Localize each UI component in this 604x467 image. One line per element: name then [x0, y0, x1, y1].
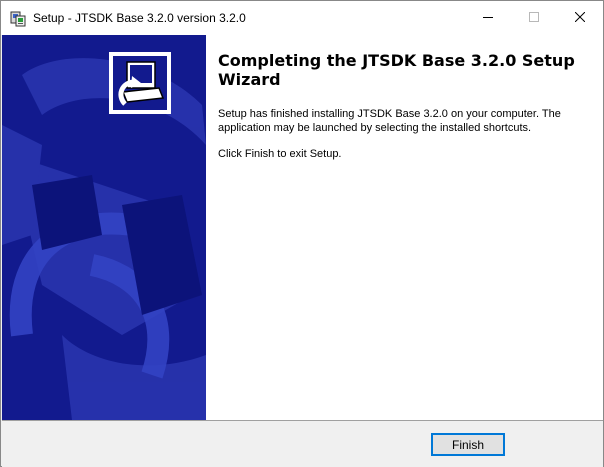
title-bar[interactable]: Setup - JTSDK Base 3.2.0 version 3.2.0 [1, 1, 603, 35]
close-button[interactable] [557, 1, 603, 35]
wizard-sidebar-image [2, 35, 206, 420]
page-title: Completing the JTSDK Base 3.2.0 Setup Wi… [218, 51, 575, 89]
minimize-button[interactable] [465, 1, 511, 35]
computer-install-icon [109, 52, 171, 114]
wizard-footer: Finish [2, 421, 603, 467]
close-icon [574, 11, 586, 25]
setup-window: Setup - JTSDK Base 3.2.0 version 3.2.0 C… [0, 0, 604, 467]
wizard-content: Completing the JTSDK Base 3.2.0 Setup Wi… [206, 35, 603, 420]
completion-message: Setup has finished installing JTSDK Base… [218, 108, 561, 134]
installer-icon [9, 10, 27, 28]
maximize-icon [529, 11, 539, 25]
maximize-button [511, 1, 557, 35]
finish-button[interactable]: Finish [431, 433, 505, 456]
exit-instruction: Click Finish to exit Setup. [218, 148, 342, 160]
minimize-icon [483, 11, 493, 25]
window-title: Setup - JTSDK Base 3.2.0 version 3.2.0 [33, 11, 246, 25]
